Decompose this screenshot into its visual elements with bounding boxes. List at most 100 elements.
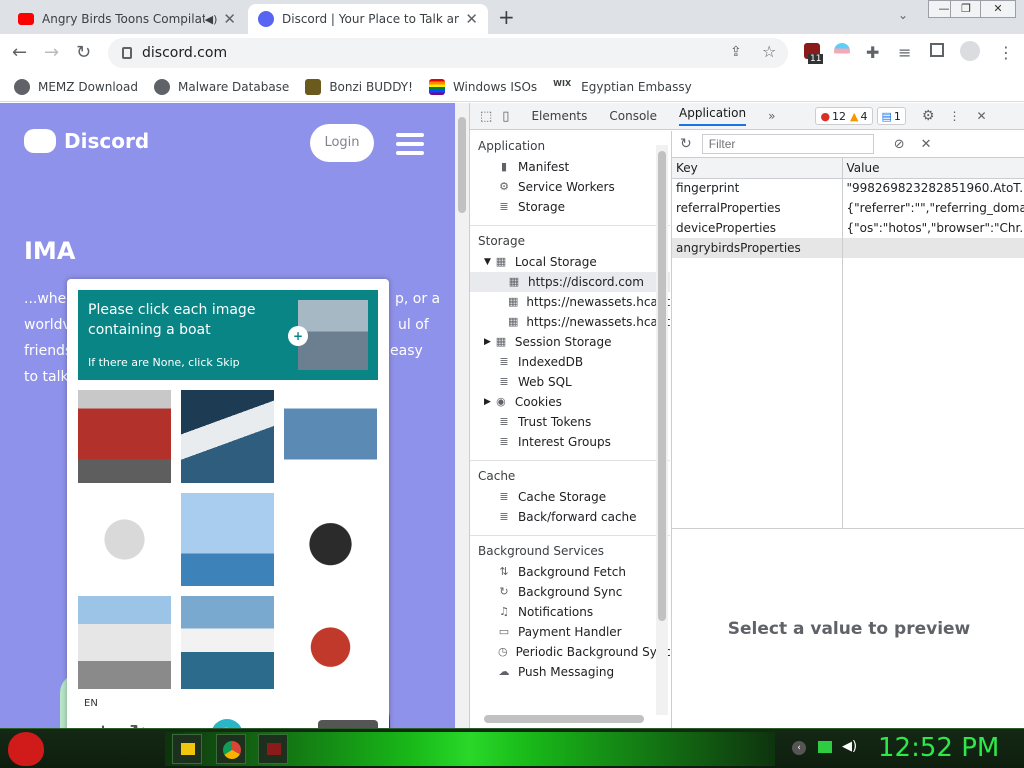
row-value[interactable]: "998269823282851960.AtoT... <box>842 178 1024 198</box>
row-key[interactable]: fingerprint <box>672 178 843 198</box>
issues-counter[interactable]: ● 12 ▲ 4 <box>815 107 873 125</box>
sidebar-item-bfcache[interactable]: ≣ Back/forward cache <box>470 507 670 527</box>
expand-triangle-icon[interactable]: ▼ <box>484 257 491 267</box>
hamburger-menu-icon[interactable] <box>396 133 424 155</box>
reload-button[interactable]: ↻ <box>76 42 91 63</box>
taskbar-folder-icon[interactable] <box>172 734 202 764</box>
column-header-key[interactable]: Key <box>672 158 843 179</box>
skip-button[interactable]: Skip <box>318 720 378 728</box>
sidebar-item-storage[interactable]: ≣ Storage <box>470 197 670 217</box>
tab-console[interactable]: Console <box>609 109 657 123</box>
sidebar-item-interest-groups[interactable]: ≣ Interest Groups <box>470 432 670 452</box>
column-header-value[interactable]: Value <box>842 158 1024 179</box>
bookmark-windows-isos[interactable]: Windows ISOs <box>428 78 537 95</box>
sidebar-item-manifest[interactable]: ▮ Manifest <box>470 157 670 177</box>
captcha-cell-dirtbike[interactable] <box>284 596 377 689</box>
inspect-element-icon[interactable]: ⬚ <box>480 109 492 124</box>
login-button[interactable]: Login <box>310 124 374 162</box>
sidebar-item-indexeddb[interactable]: ≣ IndexedDB <box>470 352 670 372</box>
captcha-cell-scooter[interactable] <box>78 493 171 586</box>
bookmark-egyptian-embassy[interactable]: WIX Egyptian Embassy <box>553 79 692 95</box>
tray-volume-icon[interactable]: ◀) <box>842 739 857 754</box>
share-icon[interactable]: ⇪ <box>730 44 742 60</box>
page-scrollbar[interactable] <box>455 103 469 728</box>
sidebar-item-session-storage[interactable]: ▶ ▦ Session Storage <box>470 332 670 352</box>
captcha-menu-icon[interactable]: ⋮ <box>93 721 113 728</box>
kebab-menu-icon[interactable]: ⋮ <box>998 43 1014 62</box>
sidebar-scrollbar[interactable] <box>656 145 668 715</box>
filter-input[interactable] <box>701 134 874 154</box>
sidebar-item-cookies[interactable]: ▶ ◉ Cookies <box>470 392 670 412</box>
row-value[interactable]: {"os":"hotos","browser":"Chr... <box>842 218 1024 238</box>
close-devtools-icon[interactable]: ✕ <box>976 109 986 123</box>
row-value[interactable]: {"referrer":"","referring_doma... <box>842 198 1024 218</box>
table-row[interactable]: deviceProperties {"os":"hotos","browser"… <box>672 218 1024 238</box>
sidebar-hscrollbar[interactable] <box>478 713 654 725</box>
tray-chevron-icon[interactable]: ‹ <box>792 741 806 755</box>
sidebar-item-cache-storage[interactable]: ≣ Cache Storage <box>470 487 670 507</box>
new-tab-button[interactable]: + <box>498 5 515 29</box>
bookmark-bonzi[interactable]: Bonzi BUDDY! <box>305 78 413 95</box>
bookmark-malware-db[interactable]: Malware Database <box>153 78 289 95</box>
close-tab-icon[interactable]: ✕ <box>465 10 478 28</box>
sidebar-item-notifications[interactable]: ♫ Notifications <box>470 602 670 622</box>
sidebar-item-periodic-sync[interactable]: ◷ Periodic Background Sync <box>470 642 670 662</box>
language-selector[interactable]: EN <box>84 698 98 709</box>
address-bar[interactable]: discord.com ⇪ ☆ <box>108 38 788 68</box>
tab-elements[interactable]: Elements <box>531 109 587 123</box>
captcha-cell-bus-2[interactable] <box>78 596 171 689</box>
accessibility-hand-icon[interactable]: ✋ <box>211 719 243 728</box>
bookmark-star-icon[interactable]: ☆ <box>762 42 776 61</box>
clear-all-icon[interactable]: ⊘ <box>894 137 905 152</box>
sidebar-item-push-messaging[interactable]: ☁ Push Messaging <box>470 662 670 682</box>
taskbar-chrome-icon[interactable] <box>216 734 246 764</box>
captcha-cell-sailboat[interactable] <box>181 493 274 586</box>
taskbar-app-icon[interactable] <box>258 734 288 764</box>
expand-triangle-icon[interactable]: ▶ <box>484 397 491 407</box>
sidebar-item-origin-hcaptcha-2[interactable]: ▦ https://newassets.hcaptc <box>470 312 670 332</box>
sidebar-item-websql[interactable]: ≣ Web SQL <box>470 372 670 392</box>
scrollbar-thumb[interactable] <box>658 151 666 621</box>
more-tabs-icon[interactable]: » <box>768 109 775 123</box>
start-button-angry-bird-icon[interactable] <box>8 732 44 766</box>
close-tab-icon[interactable]: ✕ <box>223 10 236 28</box>
sidebar-item-payment-handler[interactable]: ▭ Payment Handler <box>470 622 670 642</box>
sidebar-item-service-workers[interactable]: ⚙ Service Workers <box>470 177 670 197</box>
expand-triangle-icon[interactable]: ▶ <box>484 337 491 347</box>
captcha-cell-seaplane[interactable] <box>284 390 377 483</box>
scrollbar-thumb[interactable] <box>484 715 644 723</box>
sidebar-item-bg-fetch[interactable]: ⇅ Background Fetch <box>470 562 670 582</box>
captcha-cell-speedboat[interactable] <box>181 390 274 483</box>
bookmark-memz[interactable]: MEMZ Download <box>14 78 138 95</box>
sidebar-item-bg-sync[interactable]: ↻ Background Sync <box>470 582 670 602</box>
sidebar-item-origin-hcaptcha[interactable]: ▦ https://newassets.hcaptc <box>470 292 670 312</box>
captcha-cell-yacht[interactable] <box>181 596 274 689</box>
scrollbar-thumb[interactable] <box>458 117 466 213</box>
tab-angry-birds[interactable]: Angry Birds Toons Compilati ◀) ✕ <box>8 4 246 34</box>
media-control-icon[interactable]: ≡ <box>898 43 911 62</box>
puzzle-icon[interactable]: ✚ <box>866 43 879 62</box>
sidebar-item-trust-tokens[interactable]: ≣ Trust Tokens <box>470 412 670 432</box>
captcha-cell-bus[interactable] <box>78 390 171 483</box>
restore-button[interactable]: ❐ <box>950 0 982 18</box>
discord-logo[interactable]: Discord <box>24 129 149 153</box>
back-button[interactable]: ← <box>12 42 27 63</box>
refresh-challenge-icon[interactable]: ↻ <box>129 721 147 728</box>
side-panel-icon[interactable] <box>930 43 944 57</box>
profile-avatar-icon[interactable] <box>960 41 980 61</box>
refresh-icon[interactable]: ↻ <box>680 136 692 152</box>
close-window-button[interactable]: ✕ <box>980 0 1016 18</box>
taskbar-clock[interactable]: 12:52 PM <box>878 733 999 763</box>
row-key[interactable]: deviceProperties <box>672 218 843 238</box>
messages-counter[interactable]: ▤ 1 <box>876 107 906 125</box>
extension-flag-icon[interactable] <box>834 43 850 59</box>
sidebar-item-origin-discord[interactable]: ▦ https://discord.com <box>470 272 670 292</box>
captcha-cell-motorcycle[interactable] <box>284 493 377 586</box>
device-toolbar-icon[interactable]: ▯ <box>502 109 509 124</box>
expand-sample-icon[interactable]: + <box>288 326 308 346</box>
settings-gear-icon[interactable]: ⚙ <box>922 108 935 124</box>
table-row[interactable]: referralProperties {"referrer":"","refer… <box>672 198 1024 218</box>
tab-search-icon[interactable]: ⌄ <box>898 8 908 22</box>
sidebar-item-local-storage[interactable]: ▼ ▦ Local Storage <box>470 252 670 272</box>
row-key[interactable]: referralProperties <box>672 198 843 218</box>
